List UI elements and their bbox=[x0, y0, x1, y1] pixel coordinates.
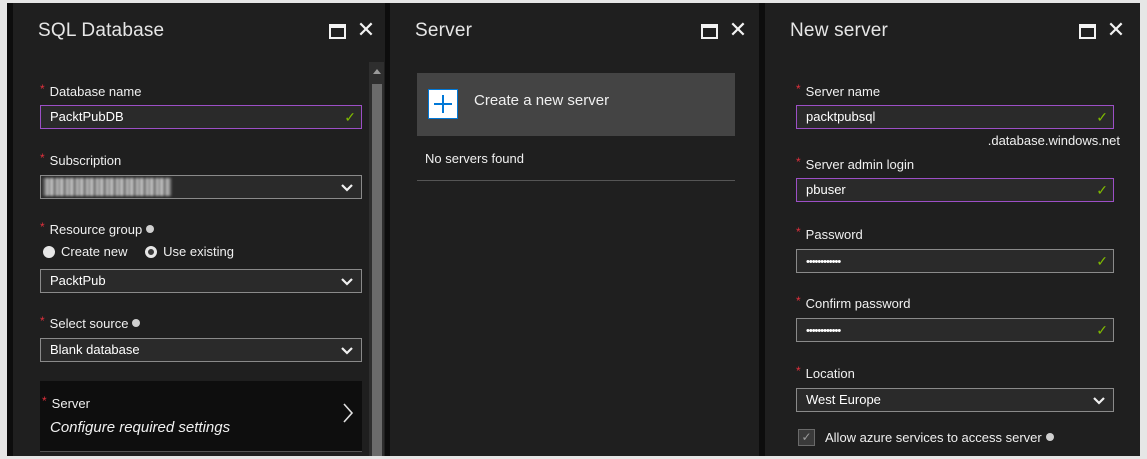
subscription-label: * Subscription bbox=[40, 151, 122, 168]
chevron-down-icon bbox=[340, 177, 354, 197]
radio-button-selected[interactable] bbox=[145, 245, 158, 258]
database-name-input[interactable]: PacktPubDB ✓ bbox=[40, 105, 362, 129]
radio-button[interactable] bbox=[43, 245, 55, 258]
checkbox-checked-icon[interactable]: ✓ bbox=[798, 429, 815, 446]
close-icon[interactable]: ✕ bbox=[1106, 19, 1126, 41]
resource-group-radio-group: Create new Use existing bbox=[43, 244, 248, 261]
server-name-label: * Server name bbox=[796, 82, 881, 99]
maximize-icon[interactable] bbox=[1077, 19, 1097, 41]
scrollbar-thumb[interactable] bbox=[372, 84, 382, 456]
create-new-server-label: Create a new server bbox=[474, 92, 610, 109]
location-label: * Location bbox=[796, 364, 855, 381]
allow-azure-label: Allow azure services to access server bbox=[825, 430, 1042, 445]
location-select[interactable]: West Europe bbox=[796, 388, 1114, 412]
confirm-password-label: * Confirm password bbox=[796, 294, 911, 311]
check-icon: ✓ bbox=[344, 109, 356, 125]
subscription-select[interactable] bbox=[40, 175, 362, 199]
sql-database-blade: SQL Database ✕ * Database name PacktPubDB… bbox=[13, 3, 385, 456]
radio-use-existing[interactable]: Use existing bbox=[145, 244, 234, 259]
scroll-up-arrow-icon[interactable] bbox=[373, 69, 381, 74]
info-icon[interactable] bbox=[146, 225, 155, 233]
blade-header: Server ✕ bbox=[390, 3, 759, 55]
chevron-down-icon bbox=[340, 340, 354, 360]
confirm-password-input[interactable]: •••••••••••• ✓ bbox=[796, 318, 1114, 342]
password-label: * Password bbox=[796, 225, 863, 242]
blade-title: New server bbox=[790, 20, 889, 41]
radio-create-new[interactable]: Create new bbox=[43, 244, 127, 259]
info-icon[interactable] bbox=[132, 319, 141, 327]
check-icon: ✓ bbox=[1096, 109, 1108, 125]
maximize-icon[interactable] bbox=[699, 19, 719, 41]
blade-title: Server bbox=[415, 20, 473, 41]
redacted-subscription bbox=[43, 178, 171, 196]
chevron-right-icon bbox=[342, 402, 354, 429]
check-icon: ✓ bbox=[1096, 322, 1108, 338]
empty-message: No servers found bbox=[425, 151, 524, 166]
info-icon[interactable] bbox=[1045, 432, 1054, 441]
scrollbar[interactable] bbox=[369, 62, 384, 456]
server-tile-value: Configure required settings bbox=[50, 419, 231, 436]
server-name-input[interactable]: packtpubsql ✓ bbox=[796, 105, 1114, 129]
server-blade: Server ✕ Create a new server No servers … bbox=[390, 3, 759, 456]
check-icon: ✓ bbox=[1096, 253, 1108, 269]
allow-azure-checkbox-row[interactable]: ✓ Allow azure services to access server bbox=[798, 429, 1054, 446]
create-new-server-button[interactable]: Create a new server bbox=[417, 73, 735, 136]
divider bbox=[417, 180, 735, 181]
server-name-suffix: .database.windows.net bbox=[987, 133, 1120, 148]
portal-frame: SQL Database ✕ * Database name PacktPubDB… bbox=[7, 3, 1140, 456]
admin-login-label: * Server admin login bbox=[796, 155, 915, 172]
database-name-label: * Database name bbox=[40, 82, 142, 99]
blade-header: New server ✕ bbox=[765, 3, 1140, 55]
select-source-label: * Select source bbox=[40, 314, 141, 331]
new-server-blade: New server ✕ * Server name packtpubsql ✓ … bbox=[765, 3, 1140, 456]
chevron-down-icon bbox=[1092, 390, 1106, 410]
server-selector-tile[interactable]: * Server Configure required settings bbox=[40, 381, 362, 452]
plus-icon bbox=[428, 89, 458, 119]
blade-header: SQL Database ✕ bbox=[13, 3, 385, 55]
close-icon[interactable]: ✕ bbox=[728, 19, 748, 41]
check-icon: ✓ bbox=[1096, 182, 1108, 198]
close-icon[interactable]: ✕ bbox=[356, 19, 376, 41]
blade-title: SQL Database bbox=[38, 20, 165, 41]
admin-login-input[interactable]: pbuser ✓ bbox=[796, 178, 1114, 202]
chevron-down-icon bbox=[340, 271, 354, 291]
maximize-icon[interactable] bbox=[327, 19, 347, 41]
server-tile-label: * Server bbox=[42, 394, 90, 411]
select-source-select[interactable]: Blank database bbox=[40, 338, 362, 362]
resource-group-select[interactable]: PacktPub bbox=[40, 269, 362, 293]
resource-group-label: * Resource group bbox=[40, 220, 155, 237]
password-input[interactable]: •••••••••••• ✓ bbox=[796, 249, 1114, 273]
